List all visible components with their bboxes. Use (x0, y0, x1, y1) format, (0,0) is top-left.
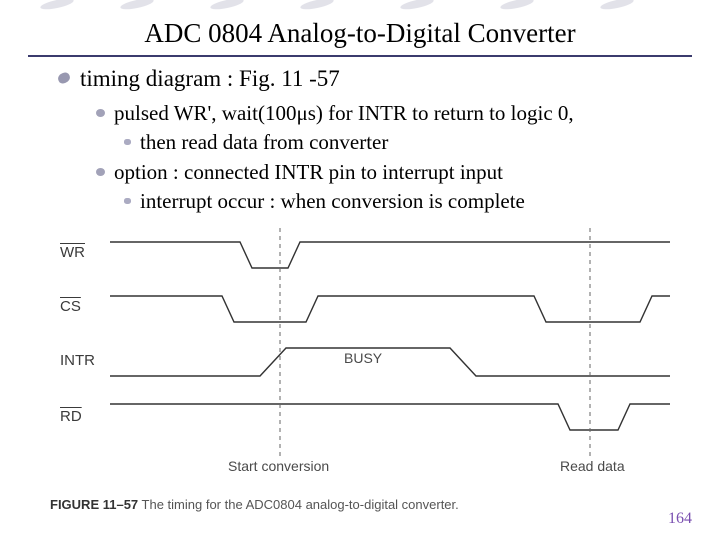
start-conversion-label: Start conversion (228, 458, 329, 474)
signal-label-rd: RD (60, 408, 108, 425)
bullet-1-1-1: then read data from converter (140, 129, 680, 156)
title-underline (28, 55, 692, 57)
figure-caption-rest: The timing for the ADC0804 analog-to-dig… (138, 497, 459, 512)
timing-diagram: WR CS INTR RD BUSY Start conversion Read… (60, 228, 672, 490)
page-number: 164 (668, 510, 692, 528)
figure-caption-lead: FIGURE 11–57 (50, 497, 138, 512)
busy-label: BUSY (344, 350, 382, 366)
signal-label-intr: INTR (60, 352, 108, 369)
bullet-content: timing diagram : Fig. 11 -57 pulsed WR',… (0, 63, 720, 215)
bullet-1-1: pulsed WR', wait(100μs) for INTR to retu… (114, 100, 680, 127)
signal-label-wr: WR (60, 244, 108, 261)
bullet-1-2-1: interrupt occur : when conversion is com… (140, 188, 680, 215)
bullet-1-2: option : connected INTR pin to interrupt… (114, 159, 680, 186)
read-data-label: Read data (560, 458, 625, 474)
bullet-1: timing diagram : Fig. 11 -57 (80, 63, 680, 94)
slide-title: ADC 0804 Analog-to-Digital Converter (0, 0, 720, 53)
figure-caption: FIGURE 11–57 The timing for the ADC0804 … (50, 497, 459, 512)
signal-label-cs: CS (60, 298, 108, 315)
timing-svg (60, 228, 672, 468)
